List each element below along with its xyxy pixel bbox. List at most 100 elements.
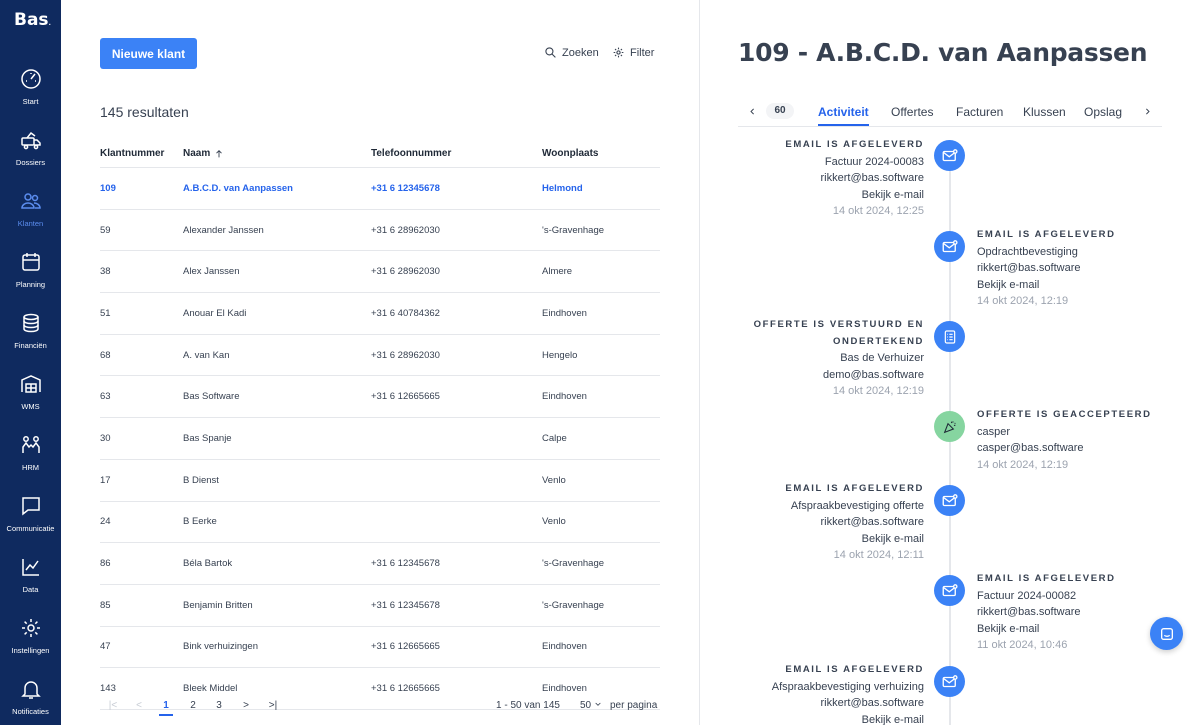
email-icon (934, 575, 965, 606)
nav-item-hrm[interactable]: HRM (0, 431, 61, 487)
page-1-button[interactable]: 1 (159, 700, 173, 716)
last-page-button[interactable]: >| (264, 700, 282, 711)
party-popper-icon (934, 411, 965, 442)
customer-table: Klantnummer Naam Telefoonnummer Woonplaa… (100, 140, 660, 710)
event-subject: Factuur 2024-00083 (824, 155, 924, 168)
cell-naam: Bas Software (183, 391, 240, 403)
event-title: EMAIL IS AFGELEVERD (977, 573, 1116, 584)
table-row[interactable]: 47 Bink verhuizingen +31 6 12665665 Eindhov… (100, 627, 660, 669)
tabs-scroll-left[interactable] (748, 104, 757, 119)
per-page-label: per pagina (610, 700, 658, 711)
timeline-event: OFFERTE IS VERSTUURD EN ONDERTEKEND Bas … (754, 317, 924, 400)
nav-label: Klanten (17, 219, 44, 228)
column-header-telefoonnummer[interactable]: Telefoonnummer (371, 148, 542, 159)
next-page-button[interactable]: > (239, 700, 253, 711)
first-page-button[interactable]: |< (106, 700, 120, 711)
table-row[interactable]: 86 Béla Bartok +31 6 12345678 's-Gravenhage (100, 543, 660, 585)
nav-item-klanten[interactable]: Klanten (0, 187, 61, 243)
nav-item-dossiers[interactable]: Dossiers (0, 126, 61, 182)
cell-telefoonnummer: +31 6 12345678 (371, 558, 440, 570)
event-subject: Afspraakbevestiging verhuizing (771, 680, 924, 693)
tabs-scroll-right[interactable] (1143, 104, 1152, 119)
truck-icon (20, 131, 41, 150)
table-row[interactable]: 30 Bas Spanje Calpe (100, 418, 660, 460)
table-row[interactable]: 17 B Dienst Venlo (100, 460, 660, 502)
nav-item-wms[interactable]: WMS (0, 370, 61, 426)
cell-telefoonnummer: +31 6 12665665 (371, 391, 440, 403)
table-row[interactable]: 63 Bas Software +31 6 12665665 Eindhoven (100, 376, 660, 419)
activity-count-badge: 60 (766, 103, 794, 119)
event-time: 11 okt 2024, 10:46 (977, 639, 1068, 651)
page-3-button[interactable]: 3 (212, 700, 226, 711)
search-button[interactable]: Zoeken (544, 46, 599, 59)
tab-activiteit[interactable]: Activiteit (818, 105, 869, 126)
page-range: 1 - 50 van 145 (496, 700, 560, 711)
chat-launcher-button[interactable] (1150, 617, 1183, 650)
nav-label: Dossiers (15, 158, 46, 167)
view-email-link[interactable]: Bekijk e-mail (785, 531, 924, 548)
view-email-link[interactable]: Bekijk e-mail (785, 187, 924, 204)
view-email-link[interactable]: Bekijk e-mail (977, 621, 1116, 638)
event-title: OFFERTE IS GEACCEPTEERD (977, 409, 1152, 420)
cell-klantnummer: 30 (100, 432, 111, 444)
table-row[interactable]: 24 B Eerke Venlo (100, 502, 660, 544)
column-header-naam[interactable]: Naam (183, 148, 371, 159)
search-label: Zoeken (562, 46, 599, 59)
gauge-icon (20, 69, 41, 89)
cell-woonplaats: Venlo (542, 516, 566, 528)
tab-klussen[interactable]: Klussen (1023, 105, 1066, 119)
nav-item-start[interactable]: Start (0, 65, 61, 121)
search-icon (545, 47, 556, 58)
per-page-select[interactable]: 50 (580, 700, 602, 711)
tab-offertes[interactable]: Offertes (891, 105, 933, 119)
event-time: 14 okt 2024, 12:19 (977, 295, 1069, 307)
tab-opslag[interactable]: Opslag (1084, 105, 1122, 119)
prev-page-button[interactable]: < (132, 700, 146, 711)
new-customer-button[interactable]: Nieuwe klant (100, 38, 197, 69)
table-row[interactable]: 51 Anouar El Kadi +31 6 40784362 Eindhoven (100, 293, 660, 335)
sort-ascending-icon (216, 149, 223, 157)
nav-item-instellingen[interactable]: Instellingen (0, 614, 61, 670)
nav-label: Data (22, 585, 39, 594)
event-email: rikkert@bas.software (977, 606, 1081, 618)
timeline-event: EMAIL IS AFGELEVERD Opdrachtbevestiging … (977, 227, 1116, 310)
event-time: 14 okt 2024, 12:19 (977, 458, 1069, 471)
nav-item-notificaties[interactable]: Notificaties (0, 675, 61, 725)
results-count: 145 resultaten (100, 104, 189, 120)
filter-button[interactable]: Filter (612, 46, 654, 59)
cell-woonplaats: Calpe (542, 432, 567, 444)
view-email-link[interactable]: Bekijk e-mail (977, 277, 1116, 294)
column-header-klantnummer[interactable]: Klantnummer (100, 148, 183, 159)
cell-woonplaats: Eindhoven (542, 641, 587, 653)
per-page-value: 50 (580, 700, 592, 711)
nav-item-financien[interactable]: Financiën (0, 309, 61, 365)
app-logo[interactable]: Bas. (14, 10, 51, 30)
cell-woonplaats: Eindhoven (542, 307, 587, 319)
nav-item-communicatie[interactable]: Communicatie (0, 492, 61, 548)
table-row[interactable]: 38 Alex Janssen +31 6 28962030 Almere (100, 251, 660, 294)
column-header-woonplaats[interactable]: Woonplaats (542, 148, 660, 159)
chevron-right-icon (1146, 108, 1150, 115)
nav-item-planning[interactable]: Planning (0, 248, 61, 304)
cell-woonplaats: 's-Gravenhage (542, 599, 605, 611)
cell-klantnummer: 59 (100, 224, 111, 236)
cell-telefoonnummer: +31 6 28962030 (371, 349, 440, 361)
table-row[interactable]: 85 Benjamin Britten +31 6 12345678 's-Grave… (100, 585, 660, 627)
table-row[interactable]: 59 Alexander Janssen +31 6 28962030 's-Grav… (100, 210, 660, 252)
filter-label: Filter (630, 46, 655, 59)
line-chart-icon (21, 559, 39, 576)
table-row[interactable]: 109 A.B.C.D. van Aanpassen +31 6 12345678 H… (100, 168, 660, 210)
page-2-button[interactable]: 2 (186, 700, 200, 711)
nav-item-data[interactable]: Data (0, 553, 61, 609)
nav-label: Communicatie (6, 524, 55, 533)
table-row[interactable]: 68 A. van Kan +31 6 28962030 Hengelo (100, 335, 660, 377)
tab-facturen[interactable]: Facturen (956, 105, 1003, 119)
event-time: 14 okt 2024, 12:25 (832, 205, 924, 217)
view-email-link[interactable]: Bekijk e-mail (772, 712, 924, 725)
detail-tabs: 60 Activiteit Offertes Facturen Klussen … (738, 99, 1162, 127)
timeline-event: EMAIL IS AFGELEVERD Factuur 2024-00083 r… (785, 137, 924, 220)
timeline-event: OFFERTE IS GEACCEPTEERD casper casper@ba… (977, 407, 1152, 473)
event-email: rikkert@bas.software (977, 262, 1081, 274)
document-checklist-icon (934, 321, 965, 352)
gear-icon (21, 619, 40, 637)
